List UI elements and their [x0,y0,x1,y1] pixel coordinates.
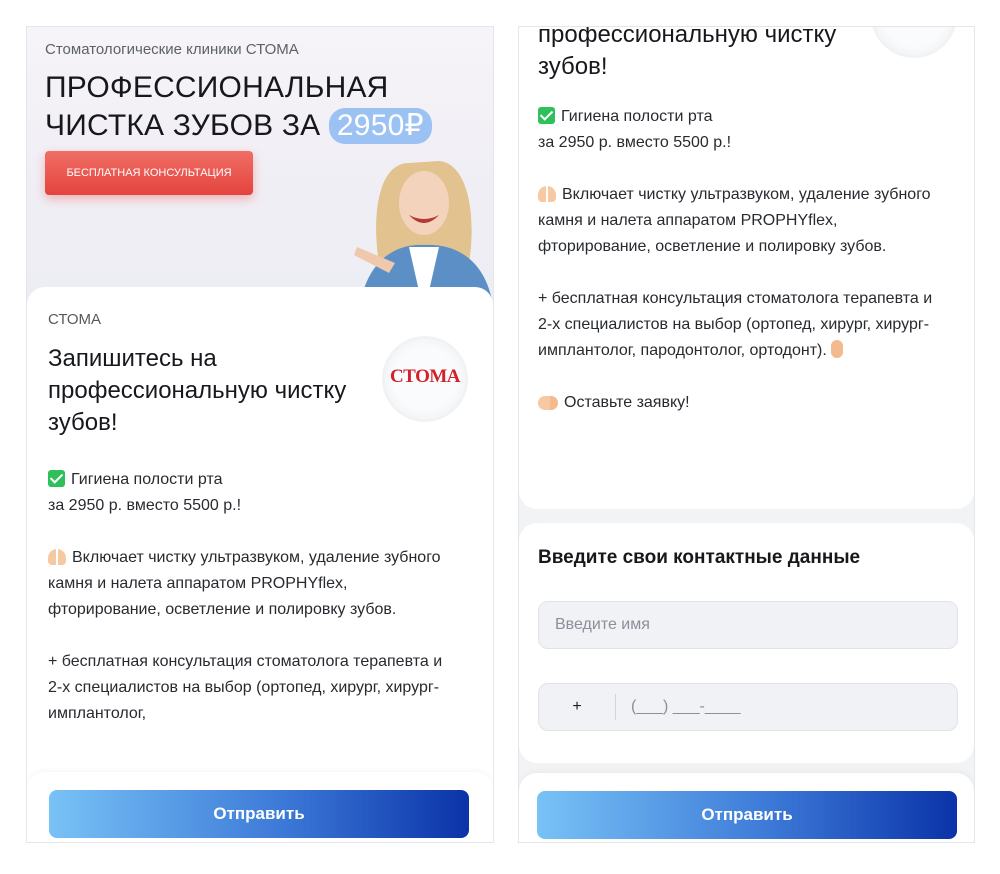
offer-description: Гигиена полости рта за 2950 р. вместо 55… [48,467,448,753]
offer-paragraph-1: Гигиена полости рта за 2950 р. вместо 55… [48,467,448,519]
submit-button[interactable]: Отправить [537,791,957,839]
offer-paragraph-2: Включает чистку ультразвуком, удаление з… [538,182,933,260]
offer-line-hygiene: Гигиена полости рта [561,108,713,125]
offer-line-price: за 2950 р. вместо 5500 р.! [48,497,242,514]
banner-title-line2: ЧИСТКА ЗУБОВ ЗА 2950₽ [45,107,432,145]
banner-subtitle: Стоматологические клиники СТОМА [45,41,299,58]
thumbs-up-emoji-icon [831,340,844,358]
raised-hands-emoji-icon [538,186,556,202]
offer-title-partial: профессиональную чистку зубов! [538,26,837,80]
offer-procedures-text: Включает чистку ультразвуком, удаление з… [538,186,931,255]
form-preview-scrolled: профессиональную чистку зубов! Гигиена п… [518,26,975,843]
check-emoji-icon [538,107,555,124]
offer-description-full: Гигиена полости рта за 2950 р. вместо 55… [538,104,933,442]
clinic-logo: СТОМА [385,339,465,419]
submit-button[interactable]: Отправить [49,790,469,838]
phone-divider [615,694,616,720]
leave-request-text: Оставьте заявку! [564,394,690,411]
banner-title-line2-text: ЧИСТКА ЗУБОВ ЗА [45,109,321,142]
clinic-logo-partial [874,27,954,55]
offer-procedures-text: Включает чистку ультразвуком, удаление з… [48,549,441,618]
banner-title-line1: ПРОФЕССИОНАЛЬНАЯ [45,71,389,104]
phone-input[interactable]: (___) ___-____ [631,684,740,730]
free-consultation-button[interactable]: БЕСПЛАТНАЯ КОНСУЛЬТАЦИЯ [45,151,253,195]
contact-form-title: Введите свои контактные данные [538,547,861,568]
offer-consultation-text: + бесплатная консультация стоматолога те… [538,290,933,359]
check-emoji-icon [48,470,65,487]
offer-paragraph-3: + бесплатная консультация стоматолога те… [538,286,933,364]
brand-label: СТОМА [48,311,101,328]
offer-card-scrolled: профессиональную чистку зубов! Гигиена п… [519,26,974,509]
promo-banner: Стоматологические клиники СТОМА ПРОФЕССИ… [27,27,493,313]
offer-line-price: за 2950 р. вместо 5500 р.! [538,134,732,151]
offer-paragraph-4: Оставьте заявку! [538,390,933,416]
pointing-hand-emoji-icon [538,396,558,410]
offer-paragraph-1: Гигиена полости рта за 2950 р. вместо 55… [538,104,933,156]
phone-country-code[interactable]: + [539,684,615,730]
name-input[interactable]: Введите имя [538,601,958,649]
price-badge: 2950₽ [328,108,432,144]
banner-title: ПРОФЕССИОНАЛЬНАЯ ЧИСТКА ЗУБОВ ЗА 2950₽ [45,69,432,145]
phone-field[interactable]: + (___) ___-____ [538,683,958,731]
offer-card: СТОМА Запишитесь на профессиональную чис… [27,287,493,842]
raised-hands-emoji-icon [48,549,66,565]
submit-bar: Отправить [519,773,974,842]
offer-paragraph-2: Включает чистку ультразвуком, удаление з… [48,545,448,623]
form-preview-top: Стоматологические клиники СТОМА ПРОФЕССИ… [26,26,494,843]
clinic-logo-text: СТОМА [389,366,461,387]
offer-paragraph-3: + бесплатная консультация стоматолога те… [48,649,448,727]
offer-title: Запишитесь на профессиональную чистку зу… [48,345,347,436]
contact-form-card: Введите свои контактные данные Введите и… [519,523,974,763]
offer-consultation-text: + бесплатная консультация стоматолога те… [48,653,443,722]
submit-bar: Отправить [27,772,493,842]
offer-line-hygiene: Гигиена полости рта [71,471,223,488]
